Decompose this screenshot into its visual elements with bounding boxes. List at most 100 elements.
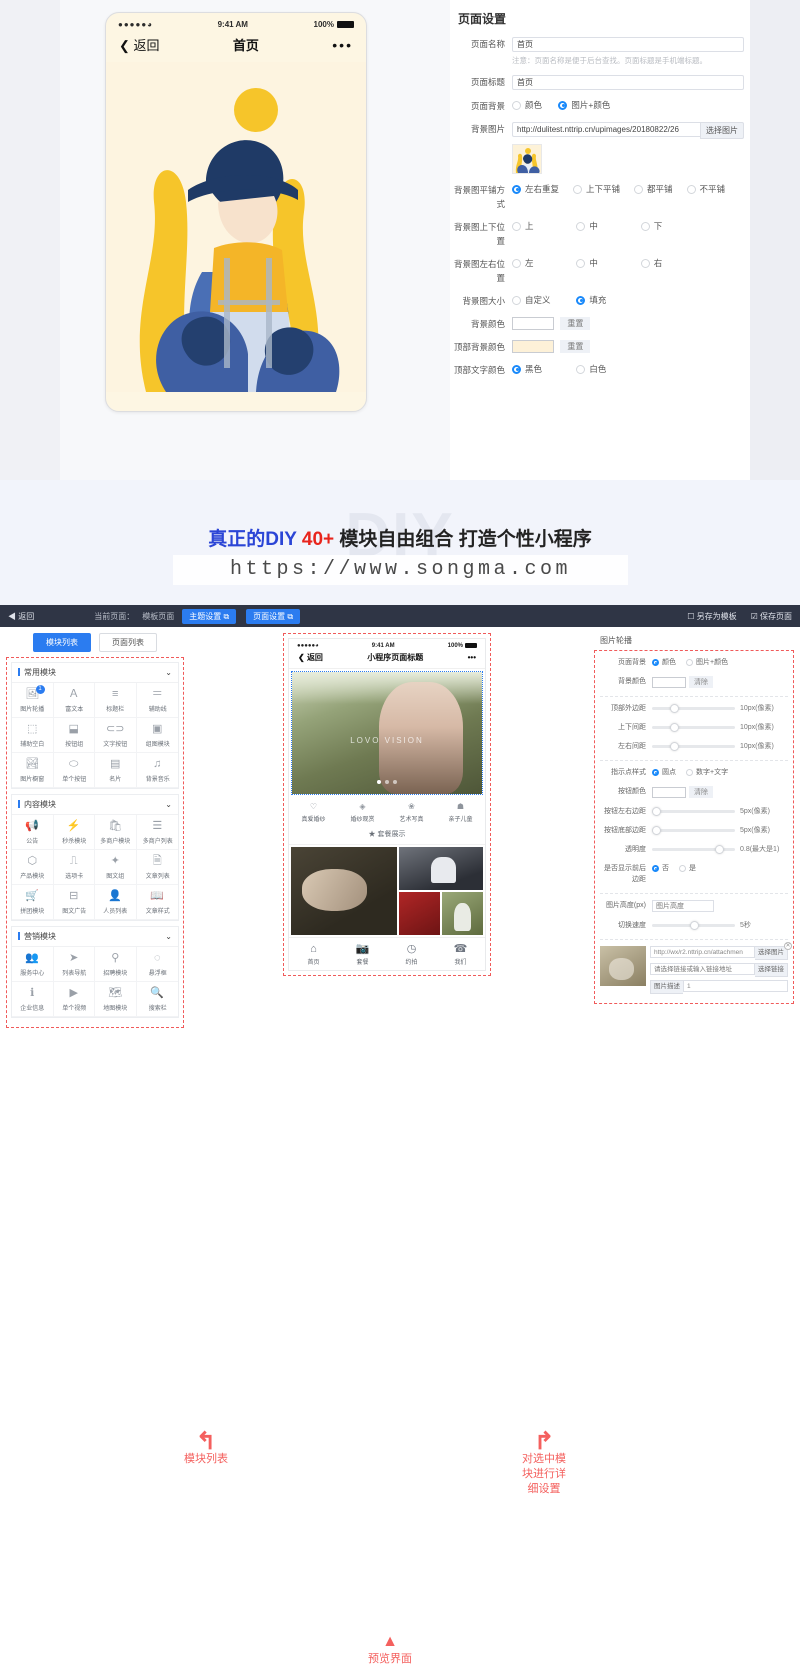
radio-showgap-no[interactable]: 否: [652, 863, 669, 873]
group-header[interactable]: 内容模块 ⌄: [12, 795, 178, 815]
top-bg-color-swatch[interactable]: [512, 340, 554, 354]
carousel-module[interactable]: LOVO VISION: [291, 671, 483, 796]
nav-item[interactable]: ♡ 真爱婚纱: [289, 802, 338, 823]
module-item[interactable]: ◌ 悬浮框: [136, 947, 178, 982]
save-as-template-button[interactable]: ☐ 另存为模板: [687, 611, 736, 622]
tabbar-item-about[interactable]: ☎ 我们: [436, 943, 485, 966]
radio-text-white[interactable]: 白色: [576, 363, 606, 375]
tabbar-item-home[interactable]: ⌂ 首页: [289, 943, 338, 966]
slide-desc-input[interactable]: [683, 980, 788, 992]
save-page-button[interactable]: ☑ 保存页面: [751, 611, 792, 622]
speed-slider[interactable]: [652, 920, 735, 930]
toolbar-back-button[interactable]: ◀ 返回: [8, 611, 34, 622]
vgap-slider[interactable]: [652, 722, 735, 732]
carousel-dots[interactable]: [292, 771, 482, 789]
module-item[interactable]: ⎍ 选项卡: [53, 850, 95, 885]
tab-page-list[interactable]: 页面列表: [99, 633, 157, 652]
radio-size-custom[interactable]: 自定义: [512, 294, 560, 306]
radio-dot-number[interactable]: 数字+文字: [686, 767, 728, 777]
clear-button[interactable]: 清除: [689, 786, 713, 798]
page-name-input[interactable]: [512, 37, 744, 52]
module-item[interactable]: ⊂⊃ 文字按钮: [95, 718, 137, 753]
preview-back-button[interactable]: ❮ 返回: [298, 652, 323, 663]
select-image-button[interactable]: 选择图片: [755, 946, 788, 960]
clear-button[interactable]: 清除: [689, 676, 713, 688]
radio-showgap-yes[interactable]: 是: [679, 863, 696, 873]
btn-bmargin-slider[interactable]: [652, 825, 735, 835]
module-item[interactable]: ⬚ 辅助空白: [12, 718, 54, 753]
bg-color-swatch[interactable]: [652, 676, 686, 688]
radio-vpos-middle[interactable]: 中: [576, 220, 624, 232]
module-item[interactable]: ⚲ 招聘模块: [95, 947, 137, 982]
gallery-image-1[interactable]: [398, 847, 483, 891]
radio-tile-lr[interactable]: 左右重复: [512, 183, 559, 195]
bg-color-swatch[interactable]: [512, 317, 554, 331]
button-color-swatch[interactable]: [652, 786, 686, 798]
module-item[interactable]: 🗎 文章列表: [136, 850, 178, 885]
btn-hmargin-slider[interactable]: [652, 806, 735, 816]
page-title-input[interactable]: [512, 75, 744, 90]
group-header[interactable]: 营销模块 ⌄: [12, 927, 178, 947]
module-item[interactable]: ⬓ 按钮组: [53, 718, 95, 753]
image-height-input[interactable]: [652, 900, 714, 912]
chevron-down-icon[interactable]: ⌄: [165, 668, 172, 677]
tabbar-item-package[interactable]: 📷 套餐: [338, 943, 387, 966]
module-item[interactable]: 📖 文章样式: [136, 885, 178, 920]
more-icon[interactable]: •••: [332, 37, 353, 53]
radio-tile-all[interactable]: 都平铺: [634, 183, 673, 195]
module-item[interactable]: ✦ 图文组: [95, 850, 137, 885]
select-image-button[interactable]: 选择图片: [700, 122, 744, 139]
module-item[interactable]: 🗺 地图模块: [95, 982, 137, 1017]
radio-text-black[interactable]: 黑色: [512, 363, 560, 375]
module-item[interactable]: ▶ 单个视频: [53, 982, 95, 1017]
module-item[interactable]: ♫ 背景音乐: [136, 753, 178, 788]
module-item[interactable]: 📢 公告: [12, 815, 54, 850]
chevron-down-icon[interactable]: ⌄: [165, 932, 172, 941]
module-item[interactable]: ☰ 多商户列表: [136, 815, 178, 850]
module-item[interactable]: 🔍 搜索栏: [136, 982, 178, 1017]
nav-item[interactable]: ◈ 婚纱观赏: [338, 802, 387, 823]
radio-bg-image-color[interactable]: 图片+颜色: [558, 99, 610, 111]
slide-link-input[interactable]: [650, 963, 755, 975]
module-item[interactable]: ＝ 辅助线: [136, 683, 178, 718]
radio-vpos-bottom[interactable]: 下: [640, 220, 662, 232]
module-item[interactable]: 🛒 拼团模块: [12, 885, 54, 920]
slide-thumbnail[interactable]: [600, 946, 646, 986]
radio-vpos-top[interactable]: 上: [512, 220, 560, 232]
module-item[interactable]: Ａ 富文本: [53, 683, 95, 718]
radio-size-fill[interactable]: 填充: [576, 294, 606, 306]
module-item[interactable]: ≡ 标题栏: [95, 683, 137, 718]
radio-dot-round[interactable]: 圆点: [652, 767, 676, 777]
bg-image-input[interactable]: [512, 122, 700, 137]
module-item[interactable]: ⬡ 产品模块: [12, 850, 54, 885]
chevron-down-icon[interactable]: ⌄: [165, 800, 172, 809]
select-link-button[interactable]: 选择链接: [755, 963, 788, 977]
page-settings-button[interactable]: 页面设置 ⧉: [246, 608, 301, 624]
theme-settings-button[interactable]: 主题设置 ⧉: [182, 608, 237, 624]
module-item[interactable]: ℹ 企业信息: [12, 982, 54, 1017]
gallery-image-large[interactable]: [291, 847, 397, 936]
opacity-slider[interactable]: [652, 844, 735, 854]
tabbar-item-booking[interactable]: ◷ 约拍: [387, 943, 436, 966]
module-item[interactable]: ⬭ 单个按钮: [53, 753, 95, 788]
radio-tile-none[interactable]: 不平铺: [686, 183, 725, 195]
radio-bg-color[interactable]: 颜色: [652, 657, 676, 667]
module-item[interactable]: 👥 服务中心: [12, 947, 54, 982]
radio-bg-color[interactable]: 颜色: [512, 99, 542, 111]
module-item[interactable]: 🏞 图片橱窗: [12, 753, 54, 788]
module-item[interactable]: ⊟ 图文广告: [53, 885, 95, 920]
back-button[interactable]: ❮ 返回: [119, 35, 160, 54]
module-item[interactable]: ▣ 组图模块: [136, 718, 178, 753]
module-item[interactable]: ➤ 列表导航: [53, 947, 95, 982]
module-item[interactable]: 🛍 多商户模块: [95, 815, 137, 850]
radio-hpos-center[interactable]: 中: [576, 257, 624, 269]
radio-tile-tb[interactable]: 上下平铺: [573, 183, 620, 195]
nav-item[interactable]: ❀ 艺术写真: [387, 802, 436, 823]
group-header[interactable]: 常用模块 ⌄: [12, 663, 178, 683]
module-item[interactable]: 1 🖼 图片轮播: [12, 683, 54, 718]
bg-color-reset-button[interactable]: 重置: [560, 317, 591, 330]
gallery-image-2[interactable]: [398, 892, 440, 936]
top-margin-slider[interactable]: [652, 703, 735, 713]
tab-module-list[interactable]: 模块列表: [33, 633, 91, 652]
module-item[interactable]: 👤 人员列表: [95, 885, 137, 920]
